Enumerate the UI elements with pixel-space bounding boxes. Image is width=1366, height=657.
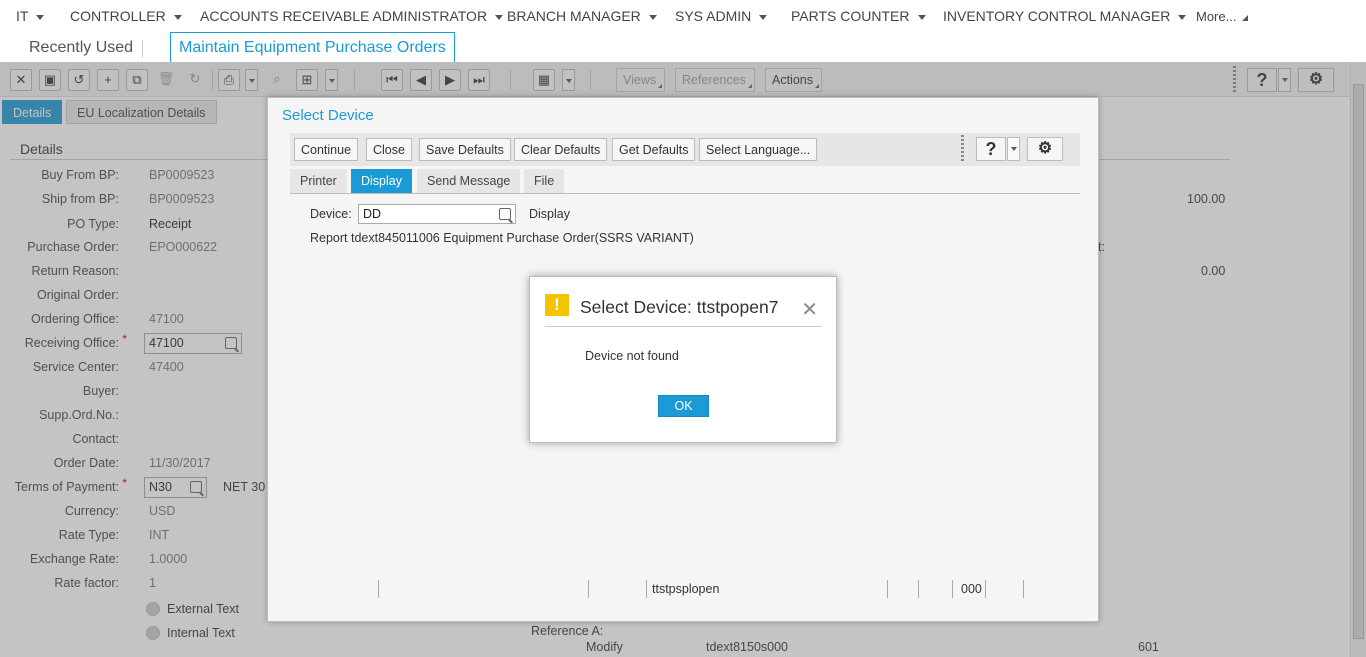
- caret-down-icon: [36, 14, 45, 20]
- more-label: More...: [1196, 9, 1237, 24]
- clear-defaults-button[interactable]: Clear Defaults: [514, 138, 608, 161]
- help-dropdown[interactable]: [1007, 137, 1020, 161]
- role-parts-counter[interactable]: PARTS COUNTER: [791, 8, 926, 24]
- role-label: INVENTORY CONTROL MANAGER: [943, 8, 1171, 24]
- role-branch-manager[interactable]: BRANCH MANAGER: [507, 8, 657, 24]
- get-defaults-button[interactable]: Get Defaults: [612, 138, 696, 161]
- ok-button[interactable]: OK: [658, 395, 709, 417]
- grid-divider: [588, 580, 589, 598]
- tab-divider: [142, 40, 143, 58]
- grid-divider: [918, 580, 919, 598]
- role-controller[interactable]: CONTROLLER: [70, 8, 182, 24]
- close-button[interactable]: Close: [366, 138, 412, 161]
- grid-divider: [985, 580, 986, 598]
- tab-printer[interactable]: Printer: [290, 169, 347, 193]
- session-tabs: Recently Used Maintain Equipment Purchas…: [0, 32, 1366, 63]
- role-label: SYS ADMIN: [675, 8, 752, 24]
- role-inventory-control[interactable]: INVENTORY CONTROL MANAGER: [943, 8, 1187, 24]
- grid-code: 000: [961, 582, 982, 596]
- device-value: DD: [363, 207, 382, 221]
- grid-divider: [1023, 580, 1024, 598]
- dialog-tabs: Printer Display Send Message File: [290, 168, 1080, 194]
- settings-gear-icon[interactable]: ⚙: [1027, 137, 1063, 161]
- continue-button[interactable]: Continue: [294, 138, 359, 161]
- grid-divider: [646, 580, 647, 598]
- caret-down-icon: [495, 14, 504, 20]
- alert-header: Select Device: ttstpopen7 ✕: [545, 291, 822, 327]
- role-label: BRANCH MANAGER: [507, 8, 641, 24]
- device-not-found-alert: Select Device: ttstpopen7 ✕ Device not f…: [529, 276, 837, 443]
- device-input[interactable]: DD: [358, 204, 516, 224]
- caret-down-icon: [917, 14, 926, 20]
- help-icon[interactable]: ?: [976, 137, 1006, 161]
- tab-recently-used[interactable]: Recently Used: [29, 39, 133, 57]
- role-navigation: IT CONTROLLER ACCOUNTS RECEIVABLE ADMINI…: [0, 0, 1366, 32]
- expand-icon: [1242, 14, 1249, 21]
- tab-file[interactable]: File: [524, 169, 565, 193]
- tab-maintain-equipment-po[interactable]: Maintain Equipment Purchase Orders: [170, 32, 455, 63]
- grid-device-name: ttstpsplopen: [652, 582, 720, 596]
- grid-divider: [378, 580, 379, 598]
- role-label: ACCOUNTS RECEIVABLE ADMINISTRATOR: [200, 8, 488, 24]
- device-description: Display: [529, 207, 570, 221]
- dialog-toolbar: Continue Close Save Defaults Clear Defau…: [290, 133, 1080, 166]
- caret-down-icon: [1178, 14, 1187, 20]
- alert-title: Select Device: ttstpopen7: [580, 297, 779, 317]
- tab-display[interactable]: Display: [351, 169, 412, 193]
- tab-send-message[interactable]: Send Message: [417, 169, 521, 193]
- caret-down-icon: [173, 14, 182, 20]
- caret-down-icon: [648, 14, 657, 20]
- role-sys-admin[interactable]: SYS ADMIN: [675, 8, 768, 24]
- grid-divider: [887, 580, 888, 598]
- lookup-icon[interactable]: [499, 208, 511, 220]
- close-icon[interactable]: ✕: [801, 297, 818, 322]
- warning-icon: [545, 294, 569, 316]
- save-defaults-button[interactable]: Save Defaults: [419, 138, 511, 161]
- role-label: CONTROLLER: [70, 8, 166, 24]
- dialog-title: Select Device: [282, 107, 374, 124]
- role-label: PARTS COUNTER: [791, 8, 910, 24]
- role-it[interactable]: IT: [16, 8, 45, 24]
- alert-message: Device not found: [585, 349, 679, 363]
- toolbar-grip[interactable]: [961, 135, 964, 163]
- roles-more[interactable]: More...: [1196, 9, 1249, 24]
- device-grid-row: ttstpsplopen 000: [290, 578, 1080, 600]
- role-label: IT: [16, 8, 29, 24]
- caret-down-icon: [759, 14, 768, 20]
- select-language-button[interactable]: Select Language...: [699, 138, 818, 161]
- device-label: Device:: [310, 207, 352, 221]
- role-accounts-receivable[interactable]: ACCOUNTS RECEIVABLE ADMINISTRATOR: [200, 8, 504, 24]
- grid-divider: [952, 580, 953, 598]
- report-description: Report tdext845011006 Equipment Purchase…: [310, 231, 694, 245]
